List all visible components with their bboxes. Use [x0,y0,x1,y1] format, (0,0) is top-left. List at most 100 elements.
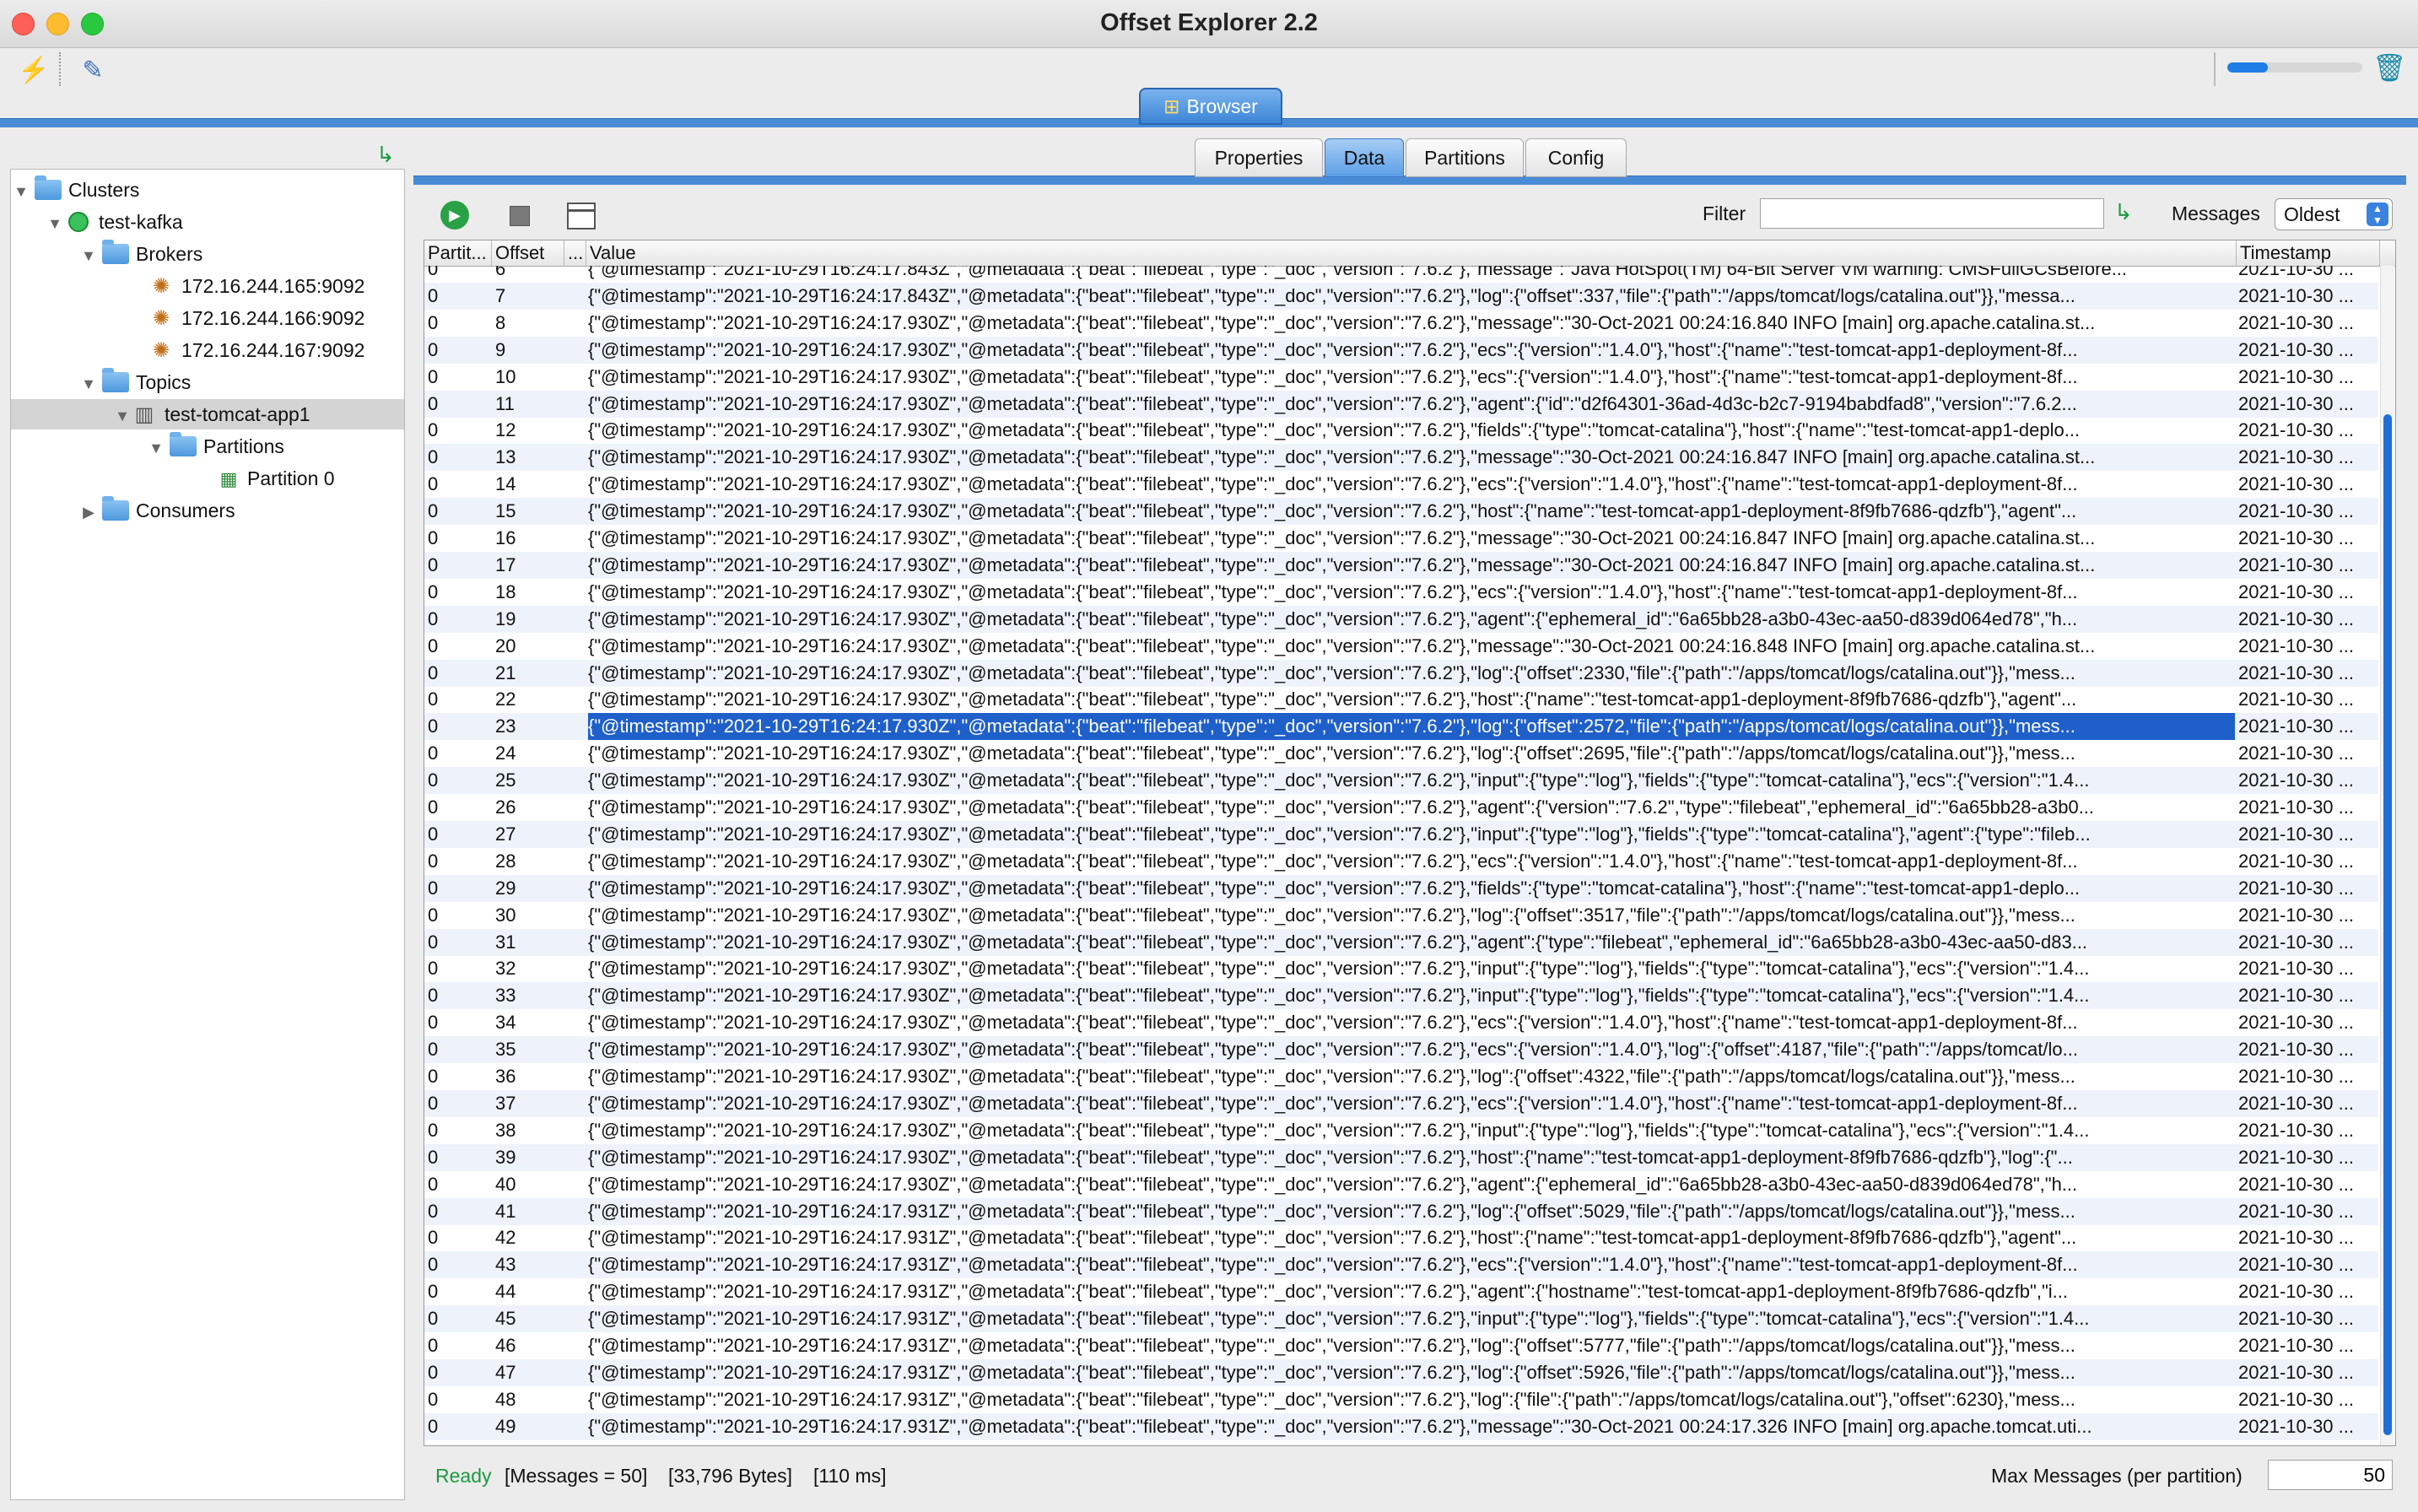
cell-value: {"@timestamp":"2021-10-29T16:24:17.930Z"… [588,473,2078,495]
byte-count: [33,796 Bytes] [668,1465,793,1487]
tree-node-topic[interactable]: ▼ ▥ test-tomcat-app1 [11,399,404,429]
stop-icon[interactable] [510,206,530,226]
tab-browser[interactable]: ⊞ Browser [1139,88,1282,125]
table-row[interactable]: 0 43 {"@timestamp":"2021-10-29T16:24:17.93… [424,1251,2378,1279]
add-connection-icon[interactable]: ⚡ [15,52,52,89]
column-header-partition[interactable]: Partit... [424,240,492,266]
chevron-down-icon[interactable]: ▼ [78,369,99,399]
table-row[interactable]: 0 47 {"@timestamp":"2021-10-29T16:24:17.93… [424,1358,2378,1386]
table-row[interactable]: 0 39 {"@timestamp":"2021-10-29T16:24:17.93… [424,1143,2378,1171]
table-row[interactable]: 0 11 {"@timestamp":"2021-10-29T16:24:17.93… [424,390,2378,418]
tree-node-partition[interactable]: ▦ Partition 0 [219,463,335,494]
table-row[interactable]: 0 25 {"@timestamp":"2021-10-29T16:24:17.93… [424,767,2378,795]
table-row[interactable]: 0 37 {"@timestamp":"2021-10-29T16:24:17.93… [424,1089,2378,1117]
table-row[interactable]: 0 8 {"@timestamp":"2021-10-29T16:24:17.930… [424,310,2378,337]
tree-node-broker[interactable]: ✺ 172.16.244.166:9092 [149,303,365,333]
cell-partition: 0 [428,311,439,333]
apply-filter-icon[interactable]: ↳ [2114,199,2133,225]
table-row[interactable]: 0 14 {"@timestamp":"2021-10-29T16:24:17.93… [424,471,2378,498]
table-view-icon[interactable] [567,202,596,230]
panel-splitter[interactable] [405,169,410,1498]
table-row[interactable]: 0 18 {"@timestamp":"2021-10-29T16:24:17.93… [424,579,2378,606]
scrollbar-thumb[interactable] [2383,414,2392,1435]
tree-node-partitions[interactable]: ▼ Partitions [146,431,284,462]
table-row[interactable]: 0 31 {"@timestamp":"2021-10-29T16:24:17.93… [424,928,2378,956]
table-row[interactable]: 0 35 {"@timestamp":"2021-10-29T16:24:17.93… [424,1036,2378,1064]
table-row[interactable]: 0 28 {"@timestamp":"2021-10-29T16:24:17.93… [424,848,2378,875]
cell-value: {"@timestamp":"2021-10-29T16:24:17.930Z"… [588,365,2078,387]
table-row[interactable]: 0 46 {"@timestamp":"2021-10-29T16:24:17.93… [424,1332,2378,1359]
table-row[interactable]: 0 48 {"@timestamp":"2021-10-29T16:24:17.93… [424,1386,2378,1413]
table-row[interactable]: 0 12 {"@timestamp":"2021-10-29T16:24:17.93… [424,417,2378,444]
table-row[interactable]: 0 24 {"@timestamp":"2021-10-29T16:24:17.93… [424,740,2378,767]
table-row[interactable]: 0 41 {"@timestamp":"2021-10-29T16:24:17.93… [424,1197,2378,1225]
table-row[interactable]: 0 40 {"@timestamp":"2021-10-29T16:24:17.93… [424,1171,2378,1198]
messages-select[interactable]: Oldest ▲ ▼ [2275,198,2393,230]
table-row[interactable]: 0 13 {"@timestamp":"2021-10-29T16:24:17.93… [424,444,2378,472]
column-header-key[interactable]: ... [564,240,586,266]
table-row[interactable]: 0 17 {"@timestamp":"2021-10-29T16:24:17.93… [424,551,2378,579]
cell-value: {"@timestamp":"2021-10-29T16:24:17.931Z"… [588,1308,2090,1330]
table-row[interactable]: 0 21 {"@timestamp":"2021-10-29T16:24:17.93… [424,659,2378,687]
table-row[interactable]: 0 27 {"@timestamp":"2021-10-29T16:24:17.93… [424,820,2378,848]
column-header-offset[interactable]: Offset [492,240,564,266]
table-row[interactable]: 0 6 {"@timestamp":"2021-10-29T16:24:17.843… [424,266,2378,283]
chevron-right-icon[interactable]: ▶ [78,497,99,527]
chevron-down-icon[interactable]: ▼ [78,240,99,271]
table-row[interactable]: 0 23 {"@timestamp":"2021-10-29T16:24:17.93… [424,713,2378,741]
cell-partition: 0 [428,284,439,306]
cell-key [566,337,585,364]
trash-icon[interactable]: 🗑 [2372,51,2407,84]
chevron-down-icon[interactable]: ▼ [11,176,31,207]
tab-properties[interactable]: Properties [1195,138,1323,177]
table-row[interactable]: 0 20 {"@timestamp":"2021-10-29T16:24:17.93… [424,633,2378,660]
tab-config[interactable]: Config [1525,138,1627,177]
table-row[interactable]: 0 29 {"@timestamp":"2021-10-29T16:24:17.93… [424,874,2378,902]
table-row[interactable]: 0 30 {"@timestamp":"2021-10-29T16:24:17.93… [424,902,2378,929]
edit-connection-icon[interactable]: ✎ [74,52,111,89]
filter-input[interactable] [1760,198,2104,229]
tab-data[interactable]: Data [1325,138,1404,177]
table-row[interactable]: 0 19 {"@timestamp":"2021-10-29T16:24:17.93… [424,605,2378,633]
tab-partitions[interactable]: Partitions [1406,138,1524,177]
table-row[interactable]: 0 44 {"@timestamp":"2021-10-29T16:24:17.93… [424,1278,2378,1305]
table-row[interactable]: 0 9 {"@timestamp":"2021-10-29T16:24:17.930… [424,336,2378,364]
column-header-timestamp[interactable]: Timestamp [2237,240,2380,266]
table-row[interactable]: 0 16 {"@timestamp":"2021-10-29T16:24:17.93… [424,525,2378,552]
table-row[interactable]: 0 45 {"@timestamp":"2021-10-29T16:24:17.93… [424,1305,2378,1333]
chevron-down-icon[interactable]: ▼ [112,401,132,431]
tree-node-consumers[interactable]: ▶ Consumers [78,495,235,526]
column-header-value[interactable]: Value [586,240,2237,266]
table-row[interactable]: 0 32 {"@timestamp":"2021-10-29T16:24:17.93… [424,955,2378,982]
vertical-scrollbar[interactable] [2380,266,2394,1445]
tree-node-clusters[interactable]: ▼ Clusters [11,175,404,205]
table-row[interactable]: 0 15 {"@timestamp":"2021-10-29T16:24:17.93… [424,498,2378,526]
cell-partition: 0 [428,365,439,387]
tree-refresh-icon[interactable]: ↳ [376,142,395,168]
table-row[interactable]: 0 10 {"@timestamp":"2021-10-29T16:24:17.93… [424,364,2378,391]
folder-icon [102,367,129,392]
table-row[interactable]: 0 33 {"@timestamp":"2021-10-29T16:24:17.93… [424,982,2378,1010]
tree-node-cluster[interactable]: ▼ test-kafka [45,207,183,237]
chevron-down-icon[interactable]: ▼ [146,433,166,463]
table-row[interactable]: 0 36 {"@timestamp":"2021-10-29T16:24:17.93… [424,1063,2378,1090]
table-row[interactable]: 0 22 {"@timestamp":"2021-10-29T16:24:17.93… [424,686,2378,713]
play-icon[interactable]: ▶ [440,201,469,230]
table-row[interactable]: 0 26 {"@timestamp":"2021-10-29T16:24:17.93… [424,794,2378,821]
table-row[interactable]: 0 42 {"@timestamp":"2021-10-29T16:24:17.93… [424,1224,2378,1251]
cell-offset: 37 [495,1092,516,1114]
tree-label-brokers: Brokers [136,243,203,265]
tree-node-topics[interactable]: ▼ Topics [78,367,191,397]
cell-value: {"@timestamp":"2021-10-29T16:24:17.930Z"… [588,796,2095,818]
max-messages-input[interactable] [2268,1460,2393,1490]
table-row[interactable]: 0 34 {"@timestamp":"2021-10-29T16:24:17.93… [424,1009,2378,1036]
tree-node-broker[interactable]: ✺ 172.16.244.167:9092 [149,335,365,365]
table-row[interactable]: 0 38 {"@timestamp":"2021-10-29T16:24:17.93… [424,1117,2378,1144]
cell-timestamp: 2021-10-30 ... [2238,958,2354,980]
tree-node-broker[interactable]: ✺ 172.16.244.165:9092 [149,271,365,301]
tree-node-brokers[interactable]: ▼ Brokers [78,239,202,269]
table-row[interactable]: 0 7 {"@timestamp":"2021-10-29T16:24:17.843… [424,282,2378,310]
cell-value: {"@timestamp":"2021-10-29T16:24:17.930Z"… [588,688,2077,710]
chevron-down-icon[interactable]: ▼ [45,208,65,239]
table-row[interactable]: 0 49 {"@timestamp":"2021-10-29T16:24:17.93… [424,1412,2378,1440]
